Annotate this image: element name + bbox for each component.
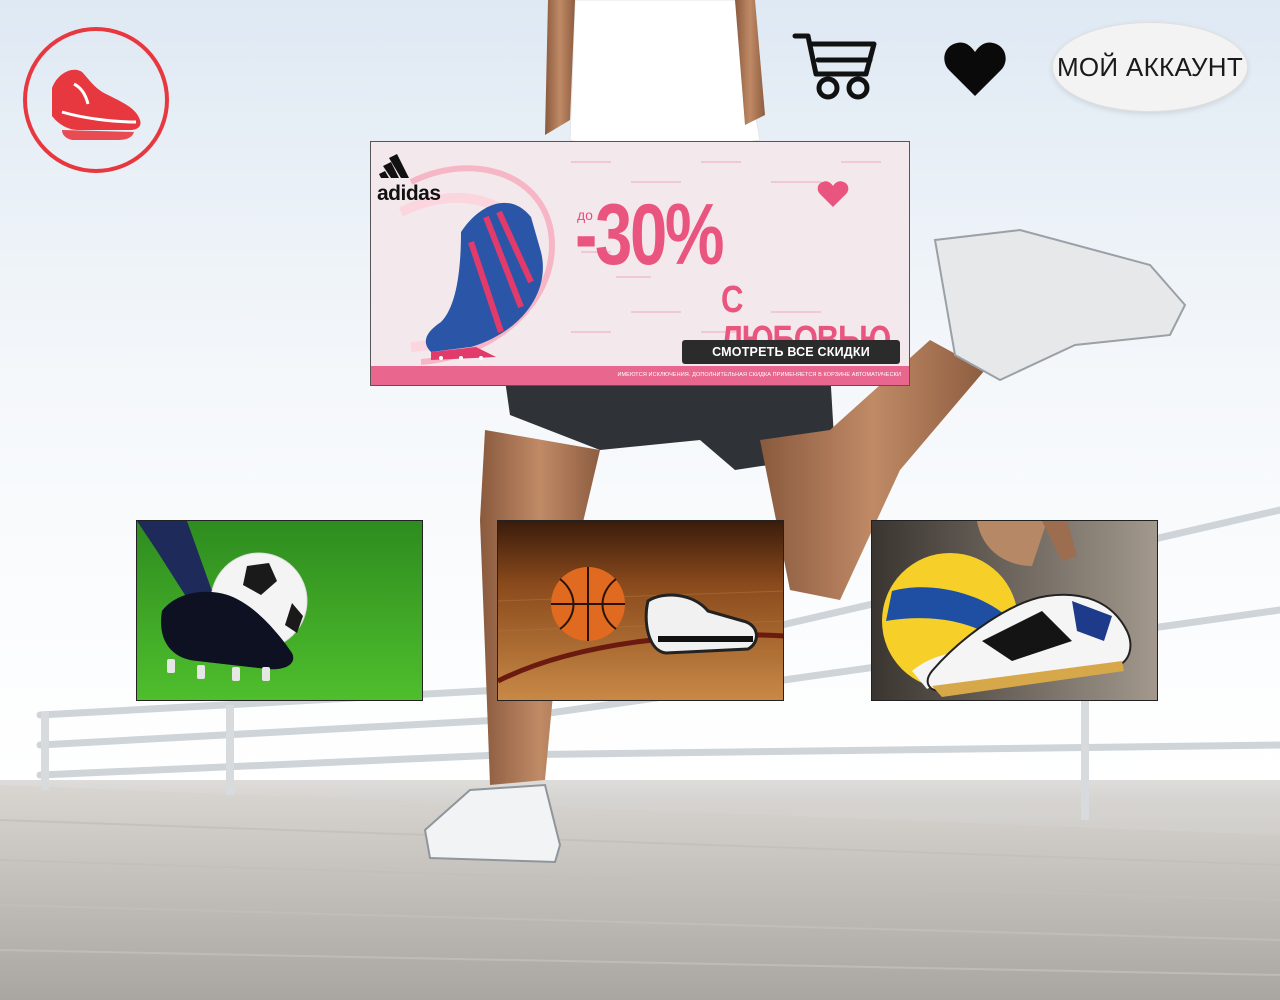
football-image [137, 521, 422, 700]
promo-brand: adidas [377, 182, 441, 205]
category-volleyball[interactable] [871, 520, 1158, 701]
promo-discount: -30% [575, 187, 725, 283]
page: МОЙ АККАУНТ adidas до -30% С СМОТРЕТЬ ВС… [0, 0, 1280, 1000]
promo-banner[interactable]: adidas до -30% С ЛЮБОВЬЮ СМОТРЕТЬ ВСЕ СК… [370, 141, 910, 386]
basketball-image [498, 521, 783, 700]
logo-icon[interactable] [22, 26, 170, 174]
account-button[interactable]: МОЙ АККАУНТ [1052, 22, 1248, 112]
adidas-logo-icon [379, 154, 409, 178]
promo-disclaimer: ИМЕЮТСЯ ИСКЛЮЧЕНИЯ. ДОПОЛНИТЕЛЬНАЯ СКИДК… [617, 372, 901, 378]
cart-icon[interactable] [792, 30, 878, 102]
view-all-discounts-button[interactable]: СМОТРЕТЬ ВСЕ СКИДКИ [682, 340, 900, 364]
heart-icon[interactable] [943, 40, 1007, 98]
heart-decor-icon [817, 181, 849, 207]
volleyball-image [872, 521, 1157, 700]
category-football[interactable] [136, 520, 423, 701]
category-basketball[interactable] [497, 520, 784, 701]
